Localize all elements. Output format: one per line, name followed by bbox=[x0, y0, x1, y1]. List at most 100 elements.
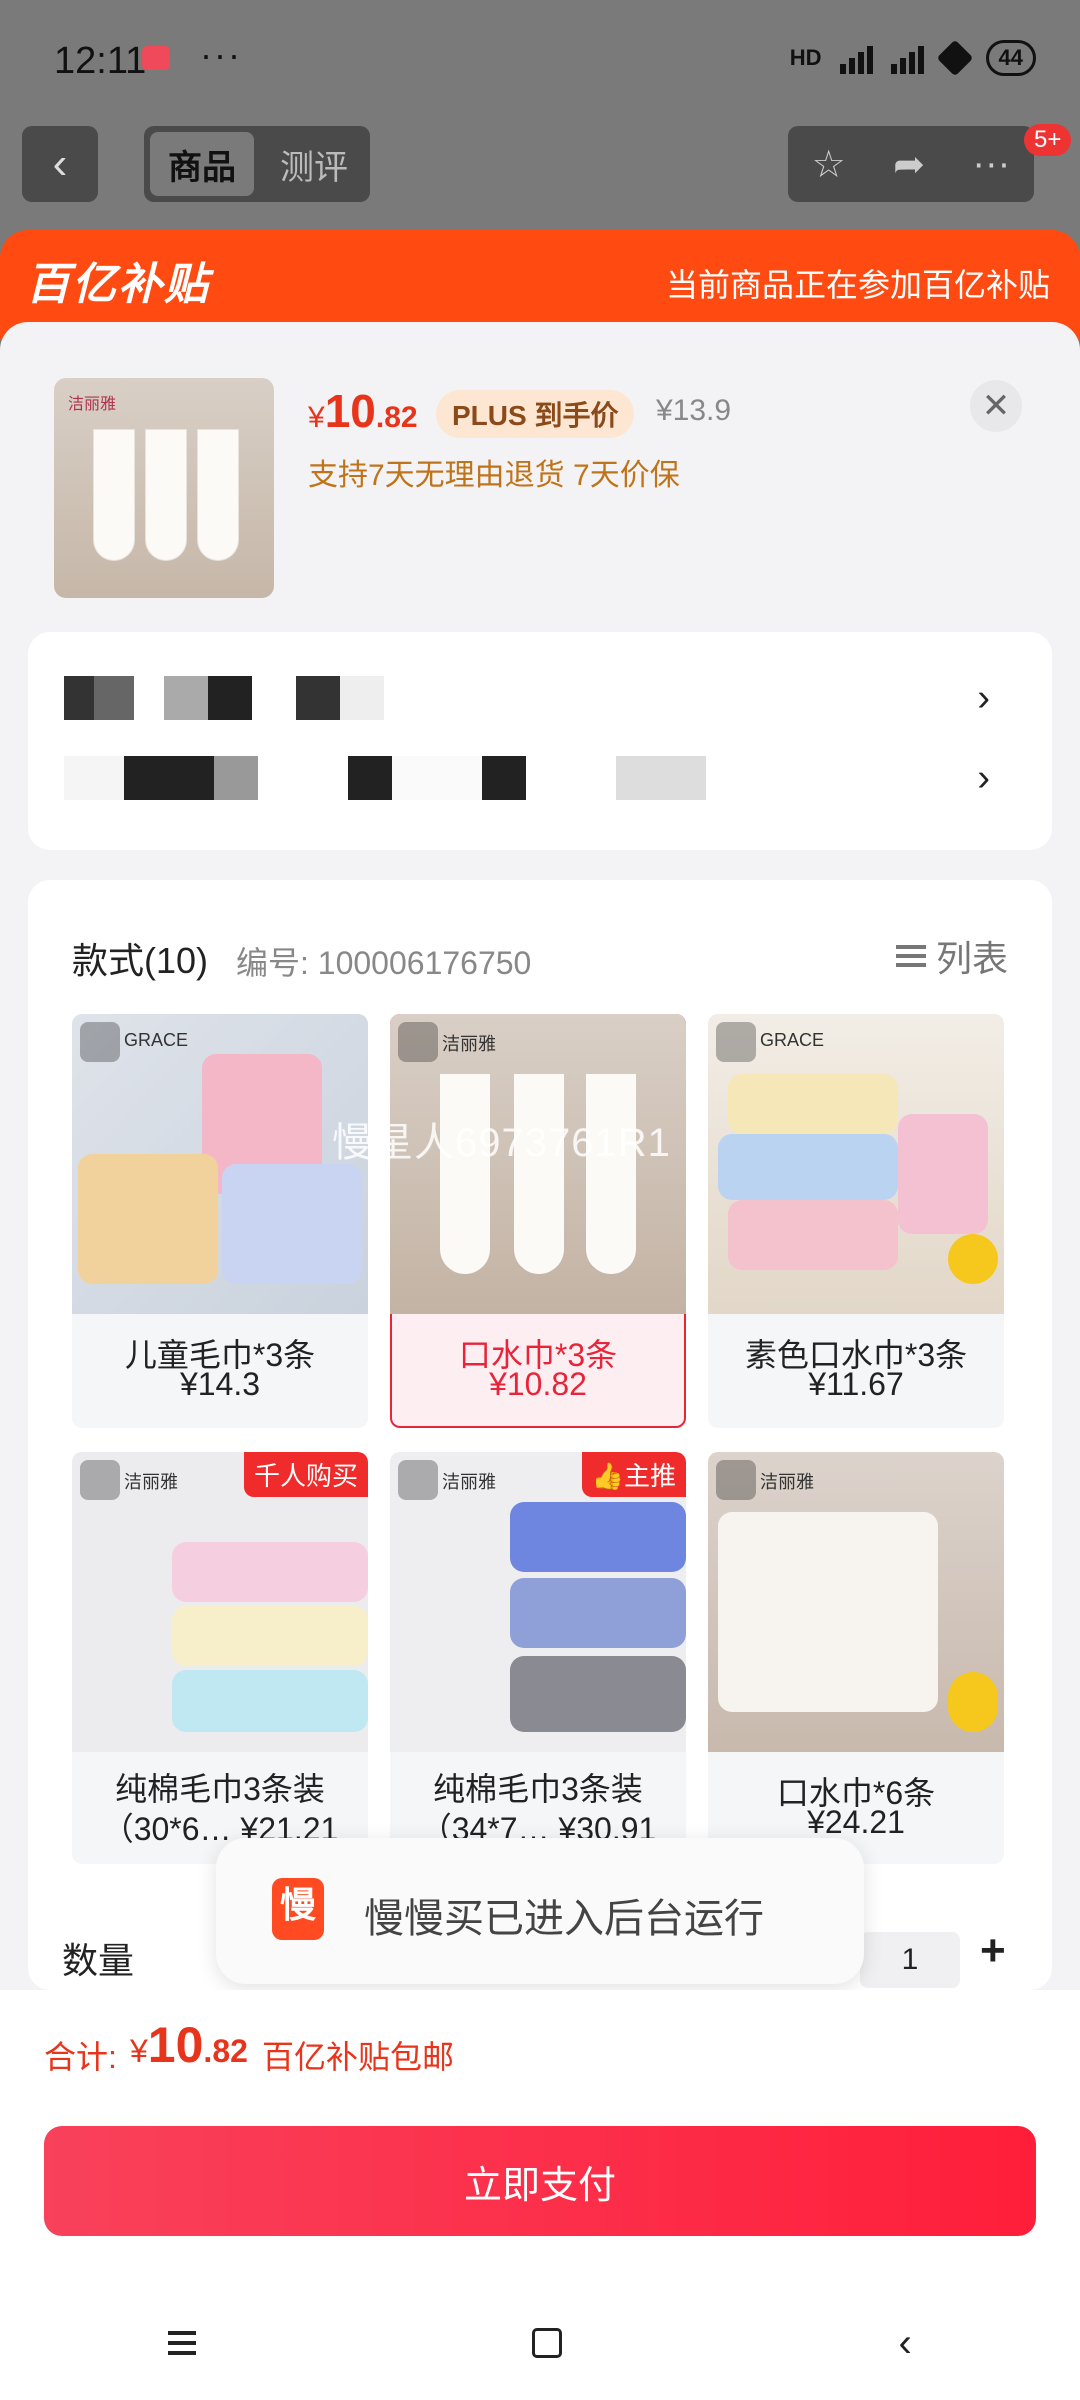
quantity-plus-button[interactable]: + bbox=[980, 1926, 1006, 1976]
tab-review[interactable]: 测评 bbox=[264, 132, 364, 196]
redacted-block bbox=[296, 676, 340, 720]
total-bar: 合计: ¥ 10 .82 百亿补贴包邮 bbox=[0, 1990, 1080, 2117]
quantity-label: 数量 bbox=[62, 1940, 135, 1981]
manmanmai-app-icon: 慢 bbox=[272, 1878, 324, 1940]
back-icon[interactable]: ‹ bbox=[899, 2321, 912, 2366]
menu-icon[interactable] bbox=[168, 2331, 197, 2355]
option-price: ¥10.82 bbox=[489, 1366, 587, 1402]
redacted-block bbox=[164, 676, 208, 720]
blue-towel bbox=[510, 1502, 686, 1572]
thumbs-up-icon: 👍 bbox=[591, 1461, 624, 1491]
product-thumbnail[interactable]: 洁丽雅 bbox=[54, 378, 274, 598]
signal-icon-2 bbox=[890, 42, 924, 74]
chevron-right-icon: › bbox=[977, 676, 990, 719]
network-type: HD bbox=[789, 45, 822, 70]
white-towel bbox=[718, 1512, 938, 1712]
back-button[interactable]: ‹ bbox=[22, 126, 98, 202]
redacted-block bbox=[208, 676, 252, 720]
system-nav-bar: ‹ bbox=[0, 2286, 1080, 2400]
message-badge: 5+ bbox=[1024, 124, 1072, 156]
product-summary: 洁丽雅 ¥ 10 .82 PLUS 到手价 ¥13.9 支持7天无理由退货 7天… bbox=[0, 322, 1080, 622]
blue-towel bbox=[172, 1670, 368, 1732]
zoom-icon[interactable] bbox=[398, 1022, 438, 1062]
pink-towel bbox=[898, 1114, 988, 1234]
star-icon[interactable]: ☆ bbox=[812, 142, 846, 187]
total-decimal: .82 bbox=[203, 2033, 248, 2069]
total-price: ¥ 10 .82 bbox=[130, 2016, 248, 2074]
signal-icon bbox=[839, 42, 873, 74]
list-icon bbox=[895, 945, 926, 967]
pay-now-button[interactable]: 立即支付 bbox=[44, 2126, 1036, 2236]
zoom-icon[interactable] bbox=[398, 1460, 438, 1500]
towel-image bbox=[440, 1074, 490, 1274]
style-option[interactable]: GRACE 素色口水巾*3条 ¥11.67 bbox=[708, 1014, 1004, 1428]
brand-logo: 洁丽雅 bbox=[68, 396, 117, 413]
style-option[interactable]: GRACE 儿童毛巾*3条 ¥14.3 bbox=[72, 1014, 368, 1428]
price-decimal: .82 bbox=[375, 401, 418, 434]
subsidy-note: 当前商品正在参加百亿补贴 bbox=[665, 267, 1050, 303]
redacted-block bbox=[526, 756, 616, 800]
status-time: 12:11 bbox=[54, 40, 147, 82]
blue-towel bbox=[510, 1578, 686, 1648]
quantity-input[interactable]: 1 bbox=[860, 1932, 960, 1988]
more-icon[interactable]: ··· bbox=[972, 143, 1010, 186]
option-price: ¥11.67 bbox=[808, 1366, 904, 1402]
redacted-block bbox=[252, 676, 296, 720]
recommend-badge: 👍主推 bbox=[581, 1452, 686, 1497]
address-card[interactable]: › › bbox=[28, 632, 1052, 850]
style-option[interactable]: 洁丽雅 千人购买 纯棉毛巾3条装 （30*6… ¥21.21 bbox=[72, 1452, 368, 1864]
style-title: 款式(10) bbox=[72, 940, 209, 981]
redacted-block bbox=[64, 676, 94, 720]
zoom-icon[interactable] bbox=[716, 1460, 756, 1500]
zoom-icon[interactable] bbox=[716, 1022, 756, 1062]
style-option[interactable]: 洁丽雅 👍主推 纯棉毛巾3条装 （34*7… ¥30.91 bbox=[390, 1452, 686, 1864]
zoom-icon[interactable] bbox=[80, 1022, 120, 1062]
redacted-block bbox=[392, 756, 482, 800]
redacted-block bbox=[124, 756, 214, 800]
style-option-selected[interactable]: 洁丽雅 口水巾*3条 ¥10.82 bbox=[390, 1014, 686, 1428]
towel-image bbox=[514, 1074, 564, 1274]
close-icon: ✕ bbox=[981, 387, 1011, 425]
redacted-block bbox=[94, 676, 134, 720]
total-integer: 10 bbox=[147, 2017, 204, 2073]
total-label: 合计: bbox=[44, 2039, 117, 2075]
gray-towel bbox=[510, 1656, 686, 1732]
option-price: ¥24.21 bbox=[807, 1804, 905, 1840]
pink-towel bbox=[172, 1542, 368, 1602]
duck-toy bbox=[948, 1234, 998, 1284]
original-price: ¥13.9 bbox=[656, 394, 732, 427]
product-code: 编号: 100006176750 bbox=[236, 945, 532, 981]
product-price: ¥ 10 .82 bbox=[308, 384, 418, 438]
option-brand: 洁丽雅 bbox=[442, 1034, 496, 1054]
towel-image bbox=[94, 430, 134, 560]
redacted-block bbox=[482, 756, 526, 800]
battery-icon: 44 bbox=[985, 40, 1036, 76]
style-option[interactable]: 洁丽雅 口水巾*6条 ¥24.21 bbox=[708, 1452, 1004, 1864]
status-bar: 12:11 ··· HD 44 bbox=[0, 0, 1080, 120]
tab-goods[interactable]: 商品 bbox=[150, 132, 254, 196]
option-brand: GRACE bbox=[124, 1030, 189, 1050]
redacted-block bbox=[214, 756, 258, 800]
more-notifications-icon: ··· bbox=[200, 34, 242, 75]
option-brand: 洁丽雅 bbox=[124, 1472, 178, 1492]
popular-badge: 千人购买 bbox=[243, 1452, 368, 1497]
pink-towel bbox=[728, 1200, 898, 1270]
watermark: 慢星人6973761R1 bbox=[332, 1121, 671, 1165]
share-icon[interactable]: ➦ bbox=[893, 142, 925, 187]
service-guarantee: 支持7天无理由退货 7天价保 bbox=[308, 459, 680, 492]
toast-message: 慢慢买已进入后台运行 bbox=[364, 1897, 764, 1941]
close-button[interactable]: ✕ bbox=[970, 380, 1022, 432]
delivery-row-redacted[interactable]: › bbox=[64, 754, 1014, 802]
address-row-redacted[interactable]: › bbox=[64, 674, 1014, 722]
list-view-button[interactable]: 列表 bbox=[895, 930, 1008, 982]
subsidy-logo: 百亿补贴 bbox=[26, 260, 210, 309]
price-currency: ¥ bbox=[308, 401, 325, 434]
zoom-icon[interactable] bbox=[80, 1460, 120, 1500]
total-currency: ¥ bbox=[130, 2033, 148, 2069]
towel-image bbox=[146, 430, 186, 560]
yellow-towel bbox=[728, 1074, 898, 1134]
background-running-toast: 慢 慢慢买已进入后台运行 bbox=[216, 1838, 864, 1984]
option-brand: 洁丽雅 bbox=[760, 1472, 814, 1492]
towel-image bbox=[586, 1074, 636, 1274]
home-icon[interactable] bbox=[532, 2328, 563, 2358]
